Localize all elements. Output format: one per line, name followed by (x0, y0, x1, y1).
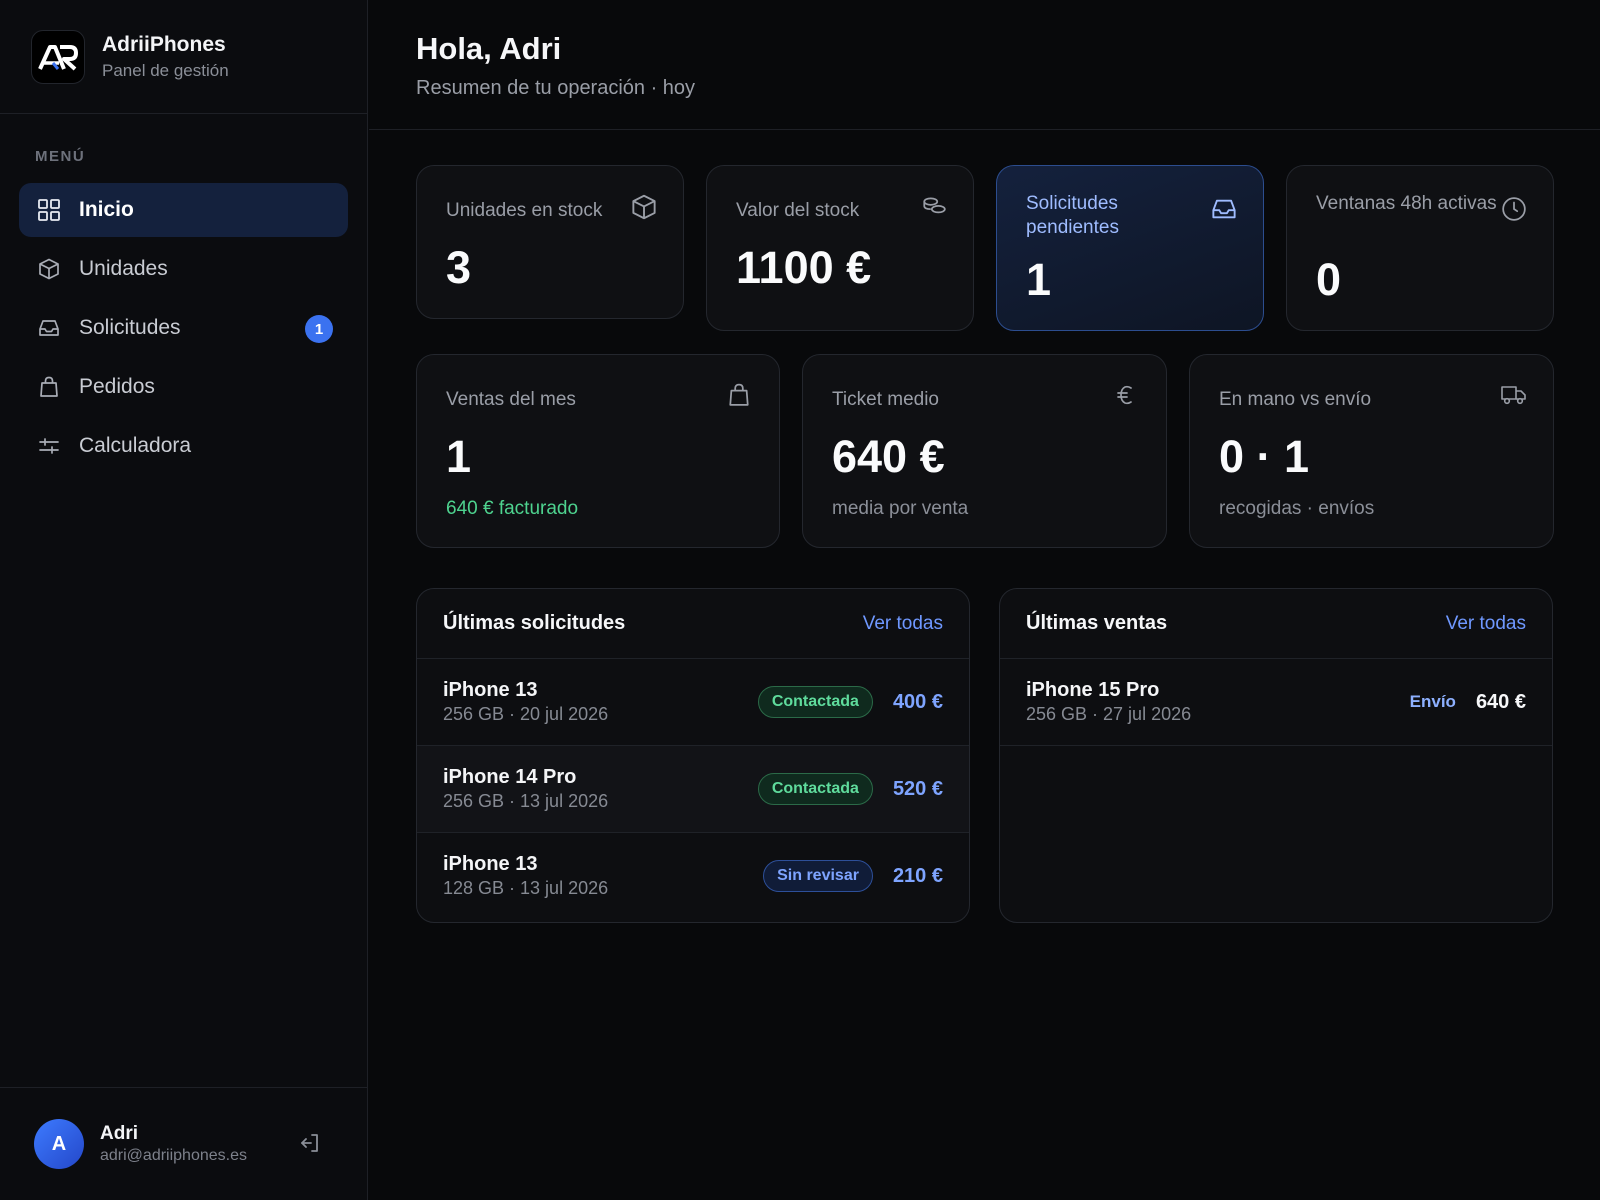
inbox-icon (1211, 196, 1237, 222)
panel-title: Últimas ventas (1026, 612, 1168, 634)
stat-card-stock-units: Unidades en stock 3 (416, 165, 684, 319)
stat-label: Ticket medio (832, 389, 939, 410)
row-detail: 128 GB · 13 jul 2026 (443, 878, 609, 898)
latest-requests-panel: Últimas solicitudes Ver todas iPhone 13 … (416, 588, 970, 923)
menu-label: MENÚ (35, 148, 86, 165)
sidebar-nav: Inicio Unidades Solicitudes 1 Pedidos Ca… (19, 183, 348, 478)
sidebar-item-label: Solicitudes (79, 316, 181, 339)
row-detail: 256 GB · 13 jul 2026 (443, 791, 609, 811)
stat-note: media por venta (832, 498, 969, 519)
user-email: adri@adriiphones.es (100, 1147, 247, 1164)
table-row[interactable]: iPhone 13 256 GB · 20 jul 2026 Contactad… (417, 659, 969, 746)
stat-note: 640 € facturado (446, 498, 579, 519)
stat-value: 1 (446, 431, 472, 482)
stat-value: 1 (1026, 254, 1052, 305)
delivery-method: Envío (1409, 692, 1456, 711)
row-price: 210 € (892, 864, 943, 887)
stat-label: Ventas del mes (446, 389, 576, 410)
stat-label: Solicitudes pendientes (1026, 193, 1119, 238)
row-detail: 256 GB · 20 jul 2026 (443, 704, 609, 724)
brand-name: AdriiPhones (102, 32, 226, 56)
row-model: iPhone 13 (443, 853, 538, 875)
row-model: iPhone 15 Pro (1026, 679, 1160, 701)
status-badge: Sin revisar (763, 860, 873, 892)
truck-icon (1501, 383, 1527, 409)
stat-card-monthly-sales: Ventas del mes 1 640 € facturado (416, 354, 780, 548)
panel-header: Últimas solicitudes Ver todas (417, 589, 969, 659)
latest-sales-panel: Últimas ventas Ver todas iPhone 15 Pro 2… (999, 588, 1553, 923)
grid-icon (37, 198, 61, 222)
row-price: 520 € (892, 777, 943, 800)
stat-value: 640 € (832, 431, 945, 482)
row-model: iPhone 13 (443, 679, 538, 701)
coins-icon (921, 194, 947, 220)
sidebar: AdriiPhones Panel de gestión MENÚ Inicio… (0, 0, 368, 1200)
inbox-icon (37, 316, 61, 340)
row-price: 640 € (1475, 690, 1526, 713)
clock-icon (1501, 196, 1527, 222)
stat-label: Ventanas 48h activas (1316, 193, 1497, 214)
row-price: 400 € (892, 690, 943, 713)
table-row[interactable]: iPhone 13 128 GB · 13 jul 2026 Sin revis… (417, 833, 969, 920)
ar-logo-icon (38, 44, 78, 70)
stat-label: Unidades en stock (446, 200, 603, 221)
panel-header: Últimas ventas Ver todas (1000, 589, 1552, 659)
bag-icon (37, 375, 61, 399)
user-profile: A Adri adri@adriiphones.es (0, 1087, 367, 1200)
brand-logo[interactable] (31, 29, 85, 84)
stat-card-active-windows: Ventanas 48h activas 0 (1286, 165, 1554, 331)
bag-icon (727, 383, 753, 409)
avatar[interactable]: A (34, 1119, 84, 1169)
panel-title: Últimas solicitudes (443, 612, 626, 634)
box-icon (631, 194, 657, 220)
stat-card-pending-requests[interactable]: Solicitudes pendientes 1 (996, 165, 1264, 331)
brand-subtitle: Panel de gestión (102, 60, 229, 80)
stat-value: 0 (1316, 254, 1342, 305)
view-all-sales-link[interactable]: Ver todas (1446, 613, 1526, 635)
table-row[interactable]: iPhone 15 Pro 256 GB · 27 jul 2026 Envío… (1000, 659, 1552, 746)
stat-card-pickup-vs-shipping: En mano vs envío 0 · 1 recogidas · envío… (1189, 354, 1554, 548)
sidebar-item-pedidos[interactable]: Pedidos (19, 360, 348, 414)
sidebar-item-unidades[interactable]: Unidades (19, 242, 348, 296)
status-badge: Contactada (757, 773, 873, 805)
stat-label: Valor del stock (736, 200, 860, 221)
status-badge: Contactada (757, 686, 873, 718)
stat-card-average-ticket: Ticket medio 640 € media por venta (802, 354, 1167, 548)
stat-value: 1100 € (736, 242, 872, 293)
sliders-icon (37, 434, 61, 458)
sidebar-item-label: Pedidos (79, 375, 155, 398)
sidebar-item-calculadora[interactable]: Calculadora (19, 419, 348, 473)
sidebar-item-label: Inicio (79, 198, 134, 221)
view-all-requests-link[interactable]: Ver todas (863, 613, 943, 635)
logout-icon[interactable] (299, 1132, 321, 1159)
stat-value: 0 · 1 (1219, 431, 1310, 482)
sidebar-item-label: Unidades (79, 257, 168, 280)
stat-card-stock-value: Valor del stock 1100 € (706, 165, 974, 331)
user-name: Adri (100, 1123, 138, 1144)
sidebar-item-inicio[interactable]: Inicio (19, 183, 348, 237)
stat-value: 3 (446, 242, 472, 293)
box-icon (37, 257, 61, 281)
notification-badge: 1 (305, 315, 333, 343)
page-title: Hola, Adri (416, 31, 562, 66)
euro-icon (1114, 383, 1140, 409)
page-subtitle: Resumen de tu operación · hoy (416, 77, 696, 99)
page-header: Hola, Adri Resumen de tu operación · hoy (369, 0, 1600, 130)
main-content: Hola, Adri Resumen de tu operación · hoy… (369, 0, 1600, 1200)
row-model: iPhone 14 Pro (443, 766, 577, 788)
brand-header: AdriiPhones Panel de gestión (0, 0, 367, 114)
sidebar-item-solicitudes[interactable]: Solicitudes 1 (19, 301, 348, 355)
sidebar-item-label: Calculadora (79, 434, 192, 457)
stat-note: recogidas · envíos (1219, 498, 1375, 519)
row-detail: 256 GB · 27 jul 2026 (1026, 704, 1192, 724)
stat-label: En mano vs envío (1219, 389, 1372, 410)
table-row[interactable]: iPhone 14 Pro 256 GB · 13 jul 2026 Conta… (417, 746, 969, 833)
